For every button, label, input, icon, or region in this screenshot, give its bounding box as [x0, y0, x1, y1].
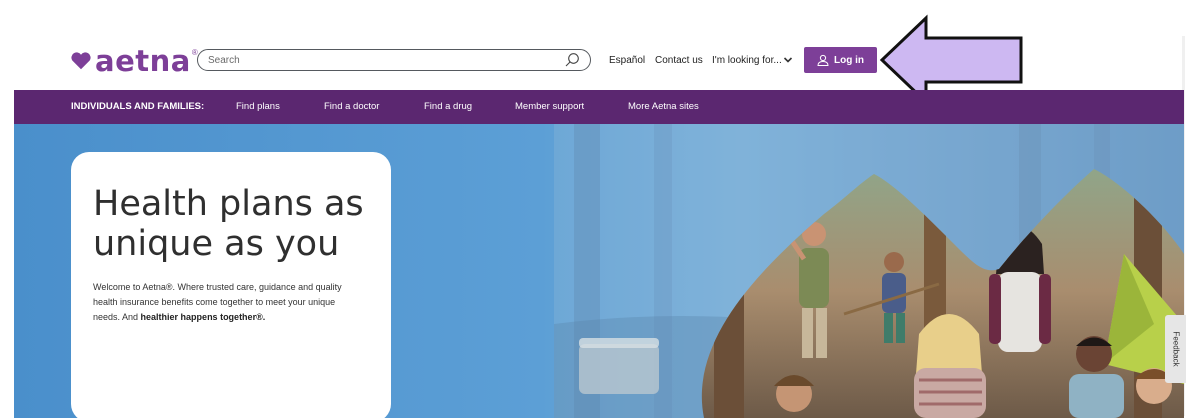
aetna-logo[interactable]: aetna ®	[70, 44, 198, 78]
nav-heading: INDIVIDUALS AND FAMILIES:	[71, 101, 205, 112]
heart-logo-icon	[71, 52, 91, 70]
hero-emphasis-text: healthier happens together®.	[140, 312, 266, 322]
feedback-tab[interactable]: Feedback	[1165, 315, 1186, 383]
looking-for-dropdown[interactable]: I'm looking for...	[712, 55, 782, 67]
logo-text: aetna	[95, 44, 191, 78]
main-nav: INDIVIDUALS AND FAMILIES: Find plans Fin…	[14, 90, 1184, 124]
nav-more-aetna-sites[interactable]: More Aetna sites	[628, 101, 699, 113]
page: aetna ® Español Contact us I'm looking f…	[0, 0, 1188, 418]
nav-find-plans[interactable]: Find plans	[236, 101, 280, 113]
chevron-down-icon[interactable]	[783, 55, 793, 65]
contact-us-link[interactable]: Contact us	[655, 55, 703, 67]
feedback-label: Feedback	[1171, 331, 1180, 367]
search-input[interactable]	[208, 52, 548, 68]
espanol-link[interactable]: Español	[609, 55, 645, 67]
login-label: Log in	[834, 54, 864, 66]
login-button[interactable]: Log in	[804, 47, 877, 73]
nav-find-a-doctor[interactable]: Find a doctor	[324, 101, 379, 113]
search-icon[interactable]	[564, 52, 580, 68]
user-icon	[817, 54, 829, 66]
site-header: aetna ® Español Contact us I'm looking f…	[0, 0, 1188, 106]
hero-description: Welcome to Aetna®. Where trusted care, g…	[93, 280, 363, 325]
nav-find-a-drug[interactable]: Find a drug	[424, 101, 472, 113]
hero-title: Health plans as unique as you	[93, 184, 364, 264]
search-box[interactable]	[197, 49, 591, 71]
nav-member-support[interactable]: Member support	[515, 101, 584, 113]
